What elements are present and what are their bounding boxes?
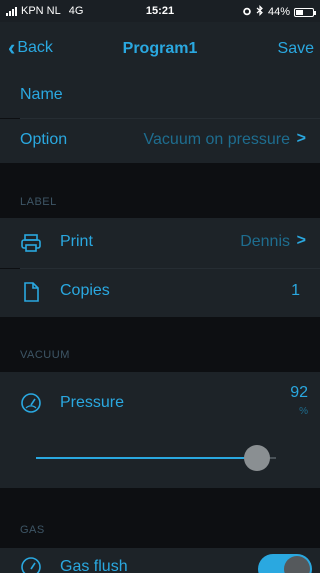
status-bar: KPN NL 4G 15:21 44% [0,0,320,22]
option-value: Vacuum on pressure [143,131,290,148]
print-row[interactable]: Print Dennis > [0,218,320,268]
copies-row[interactable]: Copies 1 [0,269,320,317]
bluetooth-icon [256,5,264,19]
print-value: Dennis [240,233,290,250]
print-label: Print [60,233,93,250]
name-row[interactable]: Name [0,74,320,118]
option-row[interactable]: Option Vacuum on pressure > [0,119,320,163]
status-right: 44% [242,5,316,19]
battery-icon [294,7,316,17]
pressure-label: Pressure [60,394,125,411]
slider-knob[interactable] [243,445,270,471]
document-icon [24,282,39,302]
section-header-label: LABEL [20,196,57,208]
alarm-icon [242,6,252,19]
toggle-knob [284,556,310,573]
copies-label: Copies [60,282,110,299]
copies-value: 1 [291,282,300,299]
chevron-right-icon: > [296,130,306,147]
slider-fill [36,457,257,459]
pressure-unit: % [299,406,308,417]
pressure-value: 92 [290,384,308,401]
gas-flush-row: Gas flush [0,548,320,573]
name-label: Name [20,86,63,103]
navigation-bar: ‹ Back Program1 Save [0,22,320,74]
section-header-vacuum: VACUUM [20,349,70,361]
section-header-gas: GAS [20,524,45,536]
gas-flush-label: Gas flush [60,558,128,573]
battery-percent: 44% [267,6,290,18]
page-title: Program1 [122,40,198,57]
gauge-icon [21,557,41,573]
pressure-row: Pressure 92 % [0,372,320,488]
printer-icon [21,234,41,252]
save-button[interactable]: Save [278,40,314,58]
option-label: Option [20,131,68,148]
chevron-right-icon: > [296,232,306,249]
gauge-icon [21,393,41,413]
gas-flush-toggle[interactable] [258,554,312,573]
